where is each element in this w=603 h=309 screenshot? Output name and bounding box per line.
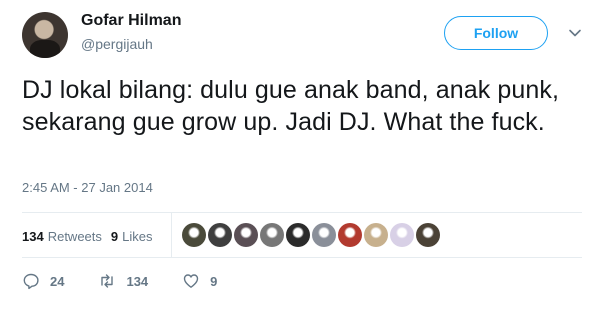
follow-button[interactable]: Follow: [444, 16, 548, 50]
reply-count: 24: [50, 273, 65, 289]
likers-avatars: [182, 223, 442, 247]
likes-count: 9: [110, 229, 119, 244]
liker-avatar[interactable]: [390, 223, 414, 247]
like-button[interactable]: 9: [182, 272, 217, 290]
liker-avatar[interactable]: [312, 223, 336, 247]
divider-bottom: [22, 257, 582, 258]
retweet-button[interactable]: 134: [98, 272, 148, 290]
tweet-text: DJ lokal bilang: dulu gue anak band, ana…: [22, 76, 560, 136]
stats-separator: [171, 212, 172, 257]
liker-avatar[interactable]: [208, 223, 232, 247]
like-count: 9: [210, 273, 218, 289]
divider-top: [22, 212, 582, 213]
liker-avatar[interactable]: [416, 223, 440, 247]
tweet-timestamp[interactable]: 2:45 AM - 27 Jan 2014: [22, 180, 153, 195]
heart-icon: [183, 274, 199, 288]
likes-label: Likes: [122, 229, 153, 244]
author-handle[interactable]: @pergijauh: [81, 36, 153, 52]
likes-stat[interactable]: 9 Likes: [111, 229, 153, 244]
retweet-count: 134: [126, 273, 149, 289]
liker-avatar[interactable]: [182, 223, 206, 247]
liker-avatar[interactable]: [286, 223, 310, 247]
liker-avatar[interactable]: [260, 223, 284, 247]
retweets-label: Retweets: [47, 229, 102, 244]
author-name[interactable]: Gofar Hilman: [81, 12, 181, 30]
retweets-stat[interactable]: 134 Retweets: [22, 229, 102, 244]
retweets-count: 134: [22, 229, 44, 244]
reply-icon: [23, 273, 39, 290]
liker-avatar[interactable]: [338, 223, 362, 247]
engagement-stats: 134 Retweets 9 Likes: [22, 229, 162, 244]
liker-avatar[interactable]: [364, 223, 388, 247]
liker-avatar[interactable]: [234, 223, 258, 247]
retweet-icon: [101, 274, 114, 288]
tweet-actions: 24 134 9: [22, 272, 251, 290]
chevron-down-icon[interactable]: [568, 26, 582, 40]
reply-button[interactable]: 24: [22, 272, 64, 290]
author-avatar[interactable]: [22, 12, 68, 58]
